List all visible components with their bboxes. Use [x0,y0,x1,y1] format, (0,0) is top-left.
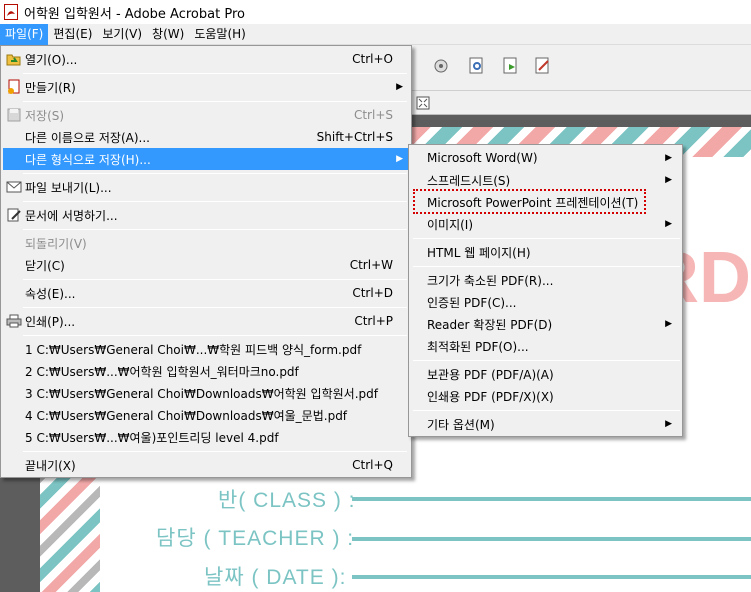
menu-file[interactable]: 파일(F) [0,23,49,45]
submenu-item-reduced-pdf[interactable]: 크기가 축소된 PDF(R)... [411,269,680,291]
class-label: 반( CLASS ) : [218,489,356,512]
submenu-arrow-icon: ▶ [396,154,403,164]
menu-separator [23,73,407,74]
menu-item-close[interactable]: 닫기(C) Ctrl+W [3,254,409,276]
menu-item-revert[interactable]: 되돌리기(V) [3,232,409,254]
menu-item-sign-document[interactable]: 문서에 서명하기... [3,204,409,226]
open-folder-icon [4,51,24,67]
menu-separator [23,279,407,280]
submenu-item-word[interactable]: Microsoft Word(W) ▶ [411,147,680,169]
menu-separator [413,360,680,361]
title-bar: 어학원 입학원서 - Adobe Acrobat Pro [0,0,751,24]
menu-window[interactable]: 창(W) [147,24,189,45]
sign-pen-icon [4,207,24,223]
file-menu: 열기(O)... Ctrl+O 만들기(R) ▶ 저장(S) Ctrl+S 다른… [0,45,412,478]
menu-separator [413,238,680,239]
class-line [352,497,751,501]
submenu-item-certified-pdf[interactable]: 인증된 PDF(C)... [411,291,680,313]
submenu-item-image[interactable]: 이미지(I) ▶ [411,213,680,235]
menu-separator [23,229,407,230]
toolbar-find-icon[interactable] [466,55,488,77]
submenu-arrow-icon: ▶ [665,419,672,429]
submenu-item-optimized-pdf[interactable]: 최적화된 PDF(O)... [411,335,680,357]
recent-file-5[interactable]: 5 C:₩Users₩...₩여울)포인트리딩 level 4.pdf [3,426,409,448]
recent-file-1[interactable]: 1 C:₩Users₩General Choi₩...₩학원 피드백 양식_fo… [3,338,409,360]
menu-separator [23,335,407,336]
menu-separator [23,451,407,452]
window-title: 어학원 입학원서 - Adobe Acrobat Pro [24,6,245,22]
submenu-item-print-pdf[interactable]: 인쇄용 PDF (PDF/X)(X) [411,385,680,407]
save-as-other-submenu: Microsoft Word(W) ▶ 스프레드시트(S) ▶ Microsof… [408,144,683,437]
menu-item-properties[interactable]: 속성(E)... Ctrl+D [3,282,409,304]
menu-separator [23,101,407,102]
submenu-item-powerpoint[interactable]: Microsoft PowerPoint 프레젠테이션(T) [411,191,680,213]
menu-item-create[interactable]: 만들기(R) ▶ [3,76,409,98]
menu-item-exit[interactable]: 끝내기(X) Ctrl+Q [3,454,409,476]
submenu-item-html[interactable]: HTML 웹 페이지(H) [411,241,680,263]
create-icon [4,79,24,95]
mail-icon [4,179,24,195]
recent-file-3[interactable]: 3 C:₩Users₩General Choi₩Downloads₩어학원 입학… [3,382,409,404]
recent-file-4[interactable]: 4 C:₩Users₩General Choi₩Downloads₩여울_문법.… [3,404,409,426]
toolbar-export-icon[interactable] [500,55,522,77]
menu-edit[interactable]: 편집(E) [48,24,97,45]
submenu-arrow-icon: ▶ [665,219,672,229]
submenu-item-reader-extended[interactable]: Reader 확장된 PDF(D) ▶ [411,313,680,335]
fit-page-icon[interactable] [412,92,434,114]
teacher-line [352,537,751,541]
print-icon [4,313,24,329]
pdf-app-icon [4,4,18,20]
recent-file-2[interactable]: 2 C:₩Users₩...₩어학원 입학원서_워터마크no.pdf [3,360,409,382]
menu-item-save[interactable]: 저장(S) Ctrl+S [3,104,409,126]
menu-separator [413,410,680,411]
submenu-item-spreadsheet[interactable]: 스프레드시트(S) ▶ [411,169,680,191]
toolbar-gear-icon[interactable] [430,55,452,77]
submenu-arrow-icon: ▶ [665,319,672,329]
menu-separator [23,173,407,174]
menu-item-save-as-other[interactable]: 다른 형식으로 저장(H)... ▶ [3,148,409,170]
menu-separator [23,307,407,308]
menu-item-open[interactable]: 열기(O)... Ctrl+O [3,48,409,70]
date-line [352,575,751,579]
menu-view[interactable]: 보기(V) [97,24,147,45]
submenu-arrow-icon: ▶ [396,82,403,92]
save-disk-icon [4,107,24,123]
menu-bar: 파일(F) 편집(E) 보기(V) 창(W) 도움말(H) [0,23,751,45]
menu-separator [23,201,407,202]
submenu-arrow-icon: ▶ [665,175,672,185]
menu-item-save-as[interactable]: 다른 이름으로 저장(A)... Shift+Ctrl+S [3,126,409,148]
teacher-label: 담당 ( TEACHER ) : [156,527,355,550]
submenu-item-archive-pdf[interactable]: 보관용 PDF (PDF/A)(A) [411,363,680,385]
submenu-item-other-options[interactable]: 기타 옵션(M) ▶ [411,413,680,435]
menu-help[interactable]: 도움말(H) [189,24,251,45]
date-label: 날짜 ( DATE ): [204,566,347,589]
menu-item-print[interactable]: 인쇄(P)... Ctrl+P [3,310,409,332]
submenu-arrow-icon: ▶ [665,153,672,163]
toolbar-sign-icon[interactable] [532,55,554,77]
menu-item-send-file[interactable]: 파일 보내기(L)... [3,176,409,198]
menu-separator [413,266,680,267]
